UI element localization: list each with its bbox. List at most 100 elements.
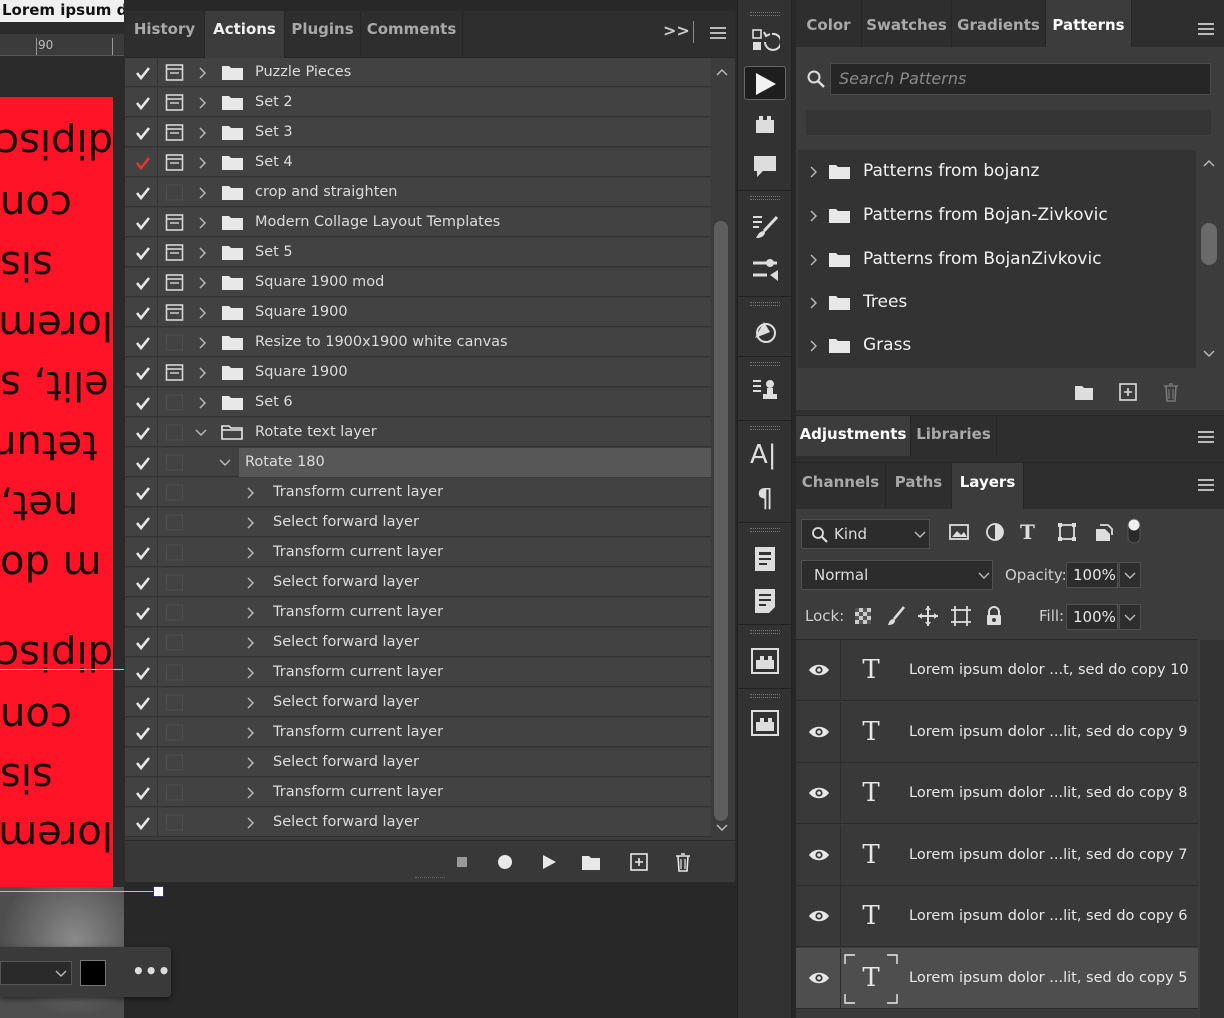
tab-patterns[interactable]: Patterns (1046, 0, 1132, 47)
document-canvas[interactable]: Lorem ipsum do 90 dipisc con sis lorem elit,… (0, 0, 124, 1018)
action-enabled-check-icon[interactable] (134, 64, 152, 82)
dialog-toggle-empty[interactable] (165, 783, 184, 802)
action-enabled-check-icon[interactable] (134, 544, 152, 562)
action-row[interactable]: Set 5 (125, 238, 711, 267)
expand-chevron-icon[interactable] (197, 187, 207, 199)
patterns-menu-icon[interactable] (1198, 23, 1214, 35)
action-enabled-check-icon[interactable] (134, 124, 152, 142)
action-enabled-check-icon[interactable] (134, 634, 152, 652)
expand-chevron-icon[interactable] (245, 787, 255, 799)
action-row[interactable]: Set 3 (125, 118, 711, 147)
smart-object-filter-icon[interactable] (1092, 521, 1114, 543)
dialog-toggle-icon[interactable] (165, 63, 184, 82)
strip-grip-6[interactable] (750, 528, 780, 532)
dialog-toggle-empty[interactable] (165, 603, 184, 622)
new-action-icon[interactable] (628, 851, 650, 873)
action-row[interactable]: Square 1900 mod (125, 268, 711, 297)
tab-history[interactable]: History (125, 11, 205, 58)
strip-grip-2[interactable] (750, 196, 780, 200)
tab-actions[interactable]: Actions (205, 11, 285, 58)
visibility-eye-icon[interactable] (808, 906, 830, 926)
expand-chevron-icon[interactable] (197, 67, 207, 79)
delete-pattern-icon[interactable] (1160, 381, 1182, 403)
lock-artboard-icon[interactable] (950, 605, 972, 627)
expand-chevron-icon[interactable] (245, 517, 255, 529)
collapse-chevron-icon[interactable] (195, 428, 207, 440)
record-icon[interactable] (494, 851, 516, 873)
dialog-toggle-empty[interactable] (165, 183, 184, 202)
layer-row[interactable]: T Lorem ipsum dolor ...lit, sed do copy … (796, 886, 1198, 947)
strip-grip-3[interactable] (750, 302, 780, 306)
dialog-toggle-empty[interactable] (165, 423, 184, 442)
action-enabled-check-icon[interactable] (134, 454, 152, 472)
strip-grip-4[interactable] (750, 362, 780, 366)
action-enabled-check-icon[interactable] (134, 604, 152, 622)
action-enabled-check-icon[interactable] (134, 244, 152, 262)
opacity-input[interactable]: 100% (1066, 562, 1118, 588)
expand-chevron-icon[interactable] (197, 397, 207, 409)
action-row[interactable]: Transform current layer (125, 658, 711, 687)
action-row[interactable]: Set 4 (125, 148, 711, 177)
action-enabled-check-icon[interactable] (134, 574, 152, 592)
expand-chevron-icon[interactable] (197, 337, 207, 349)
tab-comments[interactable]: Comments (361, 11, 463, 58)
filter-toggle[interactable] (1126, 517, 1148, 544)
lock-image-icon[interactable] (885, 605, 907, 627)
visibility-eye-icon[interactable] (808, 968, 830, 988)
dialog-toggle-icon[interactable] (165, 153, 184, 172)
properties-icon[interactable] (750, 544, 780, 574)
dialog-toggle-empty[interactable] (165, 813, 184, 832)
lock-all-icon[interactable] (983, 605, 1005, 627)
action-enabled-check-icon[interactable] (134, 754, 152, 772)
expand-chevron-icon[interactable] (808, 253, 818, 267)
action-enabled-check-icon[interactable] (134, 364, 152, 382)
adjustments-menu-icon[interactable] (1198, 431, 1214, 443)
layers-scrollbar[interactable] (1200, 640, 1224, 1018)
action-row[interactable]: Puzzle Pieces (125, 58, 711, 87)
expand-chevron-icon[interactable] (197, 247, 207, 259)
collapse-panels-icon[interactable]: >> (663, 21, 690, 41)
tab-adjustments[interactable]: Adjustments (796, 416, 911, 456)
dialog-toggle-empty[interactable] (165, 543, 184, 562)
layer-row[interactable]: T Lorem ipsum dolor ...lit, sed do copy … (796, 701, 1198, 763)
action-enabled-check-icon[interactable] (134, 724, 152, 742)
tab-color[interactable]: Color (796, 0, 862, 47)
dialog-toggle-icon[interactable] (165, 303, 184, 322)
shape-filter-icon[interactable] (1056, 521, 1078, 543)
action-row[interactable]: Rotate text layer (125, 418, 711, 447)
expand-chevron-icon[interactable] (808, 296, 818, 310)
tab-libraries[interactable]: Libraries (911, 416, 997, 456)
layer-row[interactable]: T Lorem ipsum dolor ...lit, sed do copy … (796, 824, 1198, 886)
expand-chevron-icon[interactable] (808, 209, 818, 223)
pattern-group-row[interactable]: Grass (798, 324, 1196, 367)
expand-chevron-icon[interactable] (808, 339, 818, 353)
tab-channels[interactable]: Channels (796, 463, 886, 510)
action-row[interactable]: Set 2 (125, 88, 711, 117)
visibility-eye-icon[interactable] (808, 845, 830, 865)
expand-chevron-icon[interactable] (197, 97, 207, 109)
tool-presets-icon[interactable] (750, 376, 780, 406)
play-icon[interactable] (538, 851, 560, 873)
filter-kind-dropdown[interactable]: Kind (801, 519, 930, 549)
actions-play-icon[interactable] (744, 66, 786, 100)
more-options-icon[interactable]: ••• (132, 960, 170, 984)
expand-chevron-icon[interactable] (245, 817, 255, 829)
action-row[interactable]: Select forward layer (125, 808, 711, 837)
expand-chevron-icon[interactable] (245, 547, 255, 559)
action-enabled-check-icon[interactable] (134, 304, 152, 322)
dialog-toggle-icon[interactable] (165, 213, 184, 232)
opacity-dropdown[interactable] (1119, 562, 1141, 588)
pattern-group-row[interactable]: Trees (798, 281, 1196, 324)
panel-menu-icon[interactable] (710, 27, 726, 39)
expand-chevron-icon[interactable] (197, 367, 207, 379)
action-row[interactable]: Resize to 1900x1900 white canvas (125, 328, 711, 357)
action-row[interactable]: Transform current layer (125, 478, 711, 507)
transform-handle[interactable] (153, 886, 164, 897)
dialog-toggle-empty[interactable] (165, 753, 184, 772)
dialog-toggle-empty[interactable] (165, 723, 184, 742)
action-enabled-check-icon[interactable] (134, 424, 152, 442)
strip-grip-5[interactable] (750, 426, 780, 430)
brush-settings-icon[interactable] (750, 212, 780, 242)
layers-menu-icon[interactable] (1198, 479, 1214, 491)
layer-row[interactable]: T Lorem ipsum dolor ...t, sed do copy 10 (796, 640, 1198, 701)
